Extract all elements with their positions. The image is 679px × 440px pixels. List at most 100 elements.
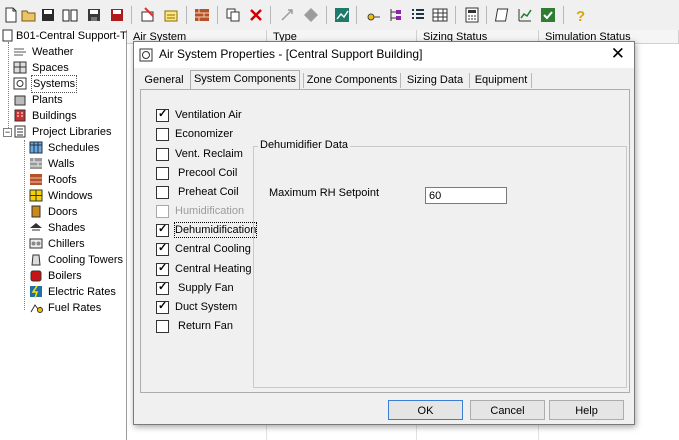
- tree-expander-project-libraries[interactable]: −: [3, 128, 12, 137]
- tab-equipment[interactable]: Equipment: [473, 72, 529, 89]
- tree-icon[interactable]: [388, 7, 404, 23]
- ventilation-air-label[interactable]: Ventilation Air: [175, 108, 242, 122]
- toolbar-separator: [131, 6, 132, 24]
- tab-separator: [303, 73, 304, 88]
- toolbar-separator: [217, 6, 218, 24]
- buildings-icon: [14, 109, 26, 122]
- central-cooling-label[interactable]: Central Cooling: [175, 242, 251, 256]
- return-fan-label[interactable]: Return Fan: [178, 319, 233, 333]
- project-root-icon: [2, 29, 13, 42]
- save-as-icon[interactable]: [109, 7, 125, 23]
- fuel-rates-icon: [30, 304, 43, 313]
- open-folder-icon[interactable]: [21, 7, 37, 23]
- edit-properties-icon[interactable]: [140, 7, 156, 23]
- cancel-button[interactable]: Cancel: [470, 400, 545, 420]
- boilers-icon: [30, 270, 42, 282]
- tab-sizing-data[interactable]: Sizing Data: [404, 72, 466, 89]
- checkbox-report-icon[interactable]: [540, 7, 556, 23]
- help-icon[interactable]: ?: [572, 7, 588, 23]
- dialog-title: Air System Properties - [Central Support…: [159, 47, 423, 61]
- svg-text:?: ?: [576, 8, 585, 23]
- new-document-icon[interactable]: [3, 7, 19, 23]
- project-tree: B01-Central Support-Tir − Weather Spaces…: [0, 29, 132, 440]
- schedules-icon: [29, 141, 43, 154]
- air-system-icon: [139, 48, 153, 62]
- central-cooling-checkbox[interactable]: [156, 241, 169, 256]
- close-button[interactable]: ✕: [611, 44, 625, 64]
- project-libraries-icon: [14, 125, 26, 138]
- precool-coil-checkbox[interactable]: [156, 167, 169, 180]
- list-icon[interactable]: [410, 7, 426, 23]
- toolbar-separator: [455, 6, 456, 24]
- humidification-checkbox: [156, 205, 169, 218]
- tree-root-label: B01-Central Support-Tir: [16, 30, 133, 42]
- toolbar-separator: [563, 6, 564, 24]
- wall-icon[interactable]: [194, 7, 210, 23]
- air-system-properties-dialog: Air System Properties - [Central Support…: [133, 41, 635, 425]
- tab-zone-components[interactable]: Zone Components: [306, 72, 398, 89]
- tab-general[interactable]: General: [142, 72, 186, 89]
- spaces-icon: [13, 61, 27, 74]
- toolbar-separator: [270, 6, 271, 24]
- dehumidification-label[interactable]: Dehumidification: [173, 222, 258, 238]
- max-rh-setpoint-input[interactable]: 60: [425, 187, 507, 204]
- duct-system-label[interactable]: Duct System: [175, 300, 237, 314]
- edit-toolbar-icon[interactable]: [163, 7, 179, 23]
- shades-icon: [30, 223, 42, 231]
- tab-separator: [400, 73, 401, 88]
- gear-icon: [304, 8, 318, 22]
- chillers-icon: [29, 238, 43, 249]
- table-icon[interactable]: [432, 7, 448, 23]
- ventilation-air-checkbox[interactable]: [156, 107, 169, 122]
- delete-icon[interactable]: [248, 7, 264, 23]
- tree-line: [8, 42, 9, 132]
- economizer-label[interactable]: Economizer: [175, 127, 233, 141]
- toolbar-separator: [356, 6, 357, 24]
- tab-separator: [531, 73, 532, 88]
- vent-reclaim-checkbox[interactable]: [156, 148, 169, 161]
- duct-system-checkbox[interactable]: [156, 299, 169, 314]
- preheat-coil-checkbox[interactable]: [156, 186, 169, 199]
- toolbar-separator: [326, 6, 327, 24]
- save-disk-icon[interactable]: [86, 7, 102, 23]
- save-icon[interactable]: [40, 7, 56, 23]
- dehumidifier-data-group: [253, 146, 627, 388]
- main-toolbar: ?: [0, 0, 679, 31]
- map-icon[interactable]: [334, 7, 350, 23]
- electric-rates-icon: [30, 285, 42, 298]
- supply-fan-checkbox[interactable]: [156, 280, 169, 295]
- economizer-checkbox[interactable]: [156, 128, 169, 141]
- preheat-coil-label[interactable]: Preheat Coil: [178, 185, 239, 199]
- calculator-icon[interactable]: [464, 7, 480, 23]
- tab-separator: [469, 73, 470, 88]
- roofs-icon: [30, 174, 42, 185]
- tree-line: [24, 140, 25, 310]
- ok-button[interactable]: OK: [388, 400, 463, 420]
- dehumidification-checkbox[interactable]: [156, 222, 169, 237]
- precool-coil-label[interactable]: Precool Coil: [178, 166, 237, 180]
- copy-icon[interactable]: [225, 7, 241, 23]
- dialog-title-bar[interactable]: Air System Properties - [Central Support…: [134, 42, 634, 68]
- weather-icon: [14, 48, 26, 56]
- chart-wizard-icon: [281, 9, 293, 21]
- notepad-icon[interactable]: [495, 7, 511, 23]
- walls-icon: [30, 158, 42, 169]
- help-button[interactable]: Help: [549, 400, 624, 420]
- return-fan-checkbox[interactable]: [156, 320, 169, 333]
- supply-fan-label[interactable]: Supply Fan: [178, 281, 234, 295]
- dehumidifier-data-title: Dehumidifier Data: [258, 139, 351, 151]
- tab-system-components[interactable]: System Components: [190, 70, 300, 90]
- chart-report-icon[interactable]: [517, 7, 533, 23]
- cooling-towers-icon: [31, 254, 41, 266]
- toolbar-separator: [186, 6, 187, 24]
- central-heating-checkbox[interactable]: [156, 261, 169, 276]
- library-book-icon[interactable]: [62, 7, 78, 23]
- vent-reclaim-label[interactable]: Vent. Reclaim: [175, 147, 243, 161]
- windows-icon: [29, 189, 43, 202]
- system-components-panel: Ventilation Air Economizer Vent. Reclaim…: [140, 89, 630, 393]
- doors-icon: [31, 205, 41, 218]
- systems-icon: [13, 77, 27, 90]
- report-icon[interactable]: [365, 7, 381, 23]
- max-rh-setpoint-label: Maximum RH Setpoint: [269, 187, 380, 199]
- central-heating-label[interactable]: Central Heating: [175, 262, 251, 276]
